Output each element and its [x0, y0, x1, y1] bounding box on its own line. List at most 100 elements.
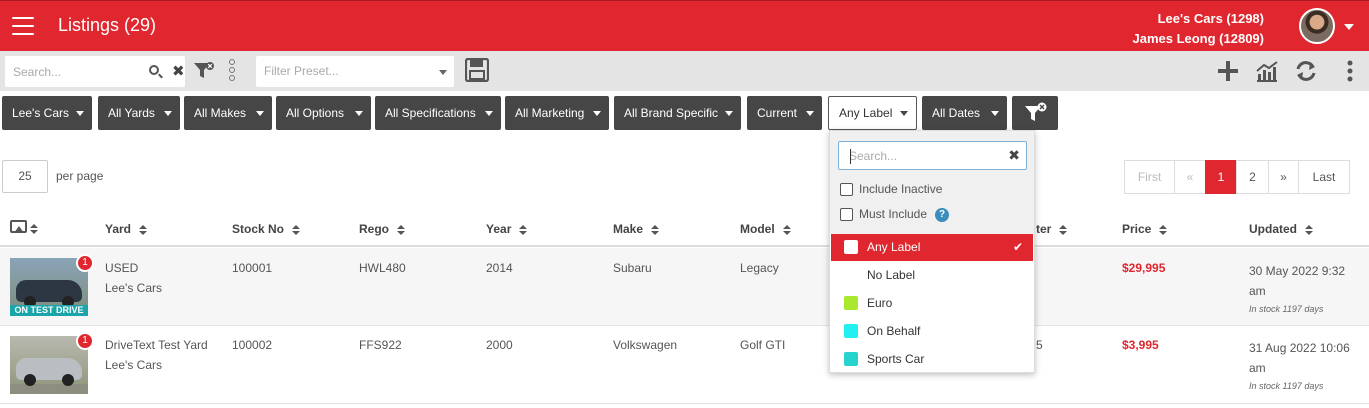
filter-clear-icon[interactable]: [193, 61, 215, 81]
sort-icon: [782, 224, 791, 235]
filter-brand-specific[interactable]: All Brand Specific: [614, 96, 741, 130]
pagination-first[interactable]: First: [1124, 160, 1175, 194]
column-updated[interactable]: Updated: [1249, 222, 1313, 236]
stock-no-cell: 100002: [232, 338, 273, 352]
pagination-last[interactable]: Last: [1298, 160, 1350, 194]
table-row[interactable]: ON TEST DRIVE 1 USED Lee's Cars 100001 H…: [0, 248, 1369, 326]
chevron-down-icon: [439, 70, 447, 75]
account-info[interactable]: Lee's Cars (1298) James Leong (12809): [1132, 9, 1264, 49]
pagination-prev[interactable]: «: [1174, 160, 1206, 194]
column-options-icon[interactable]: [229, 59, 237, 83]
clear-search-icon[interactable]: ✖: [172, 62, 185, 80]
table-header: Yard Stock No Rego Year Make Model ter P…: [0, 214, 1369, 247]
label-color-swatch: [844, 296, 858, 310]
filter-label: All Yards: [108, 106, 155, 120]
image-icon: [10, 220, 27, 233]
notification-badge: 1: [76, 254, 94, 272]
column-year[interactable]: Year: [486, 222, 528, 236]
check-icon: ✔: [1012, 240, 1023, 254]
chevron-down-icon: [806, 111, 814, 116]
clear-filters-button[interactable]: [1012, 96, 1058, 130]
pagination-page-1[interactable]: 1: [1205, 160, 1237, 194]
avatar[interactable]: [1299, 8, 1335, 44]
account-dealer: Lee's Cars (1298): [1157, 11, 1264, 26]
filter-preset-select[interactable]: Filter Preset...: [256, 56, 454, 87]
column-odometer[interactable]: ter: [1036, 222, 1068, 236]
pagination-next[interactable]: »: [1268, 160, 1299, 194]
label-option-text: Euro: [867, 296, 893, 310]
year-cell: 2000: [486, 338, 513, 352]
chevron-down-icon: [485, 111, 493, 116]
filter-label: All Brand Specific: [624, 106, 719, 120]
column-image[interactable]: [0, 214, 60, 244]
filter-status[interactable]: Current: [747, 96, 822, 130]
table-row[interactable]: 1 DriveText Test Yard Lee's Cars 100002 …: [0, 326, 1369, 404]
filter-specifications[interactable]: All Specifications: [375, 96, 501, 130]
clear-search-icon[interactable]: ✖: [1008, 147, 1020, 164]
make-cell: Subaru: [613, 261, 652, 275]
search-icon[interactable]: [149, 65, 159, 75]
chevron-down-icon: [725, 111, 733, 116]
column-rego[interactable]: Rego: [359, 222, 405, 236]
yard-cell: DriveText Test Yard: [105, 338, 208, 352]
filter-dealer[interactable]: Lee's Cars: [2, 96, 92, 130]
column-price[interactable]: Price: [1122, 222, 1168, 236]
sort-icon: [292, 224, 301, 235]
sort-icon: [519, 224, 528, 235]
pagination: First « 1 2 » Last: [1124, 160, 1350, 194]
label-search-input[interactable]: Search... ✖: [838, 141, 1027, 170]
column-label: Model: [740, 222, 775, 236]
must-include-checkbox[interactable]: [840, 208, 853, 222]
column-make[interactable]: Make: [613, 222, 660, 236]
label-option-euro[interactable]: Euro: [831, 290, 1033, 317]
label-option-sports-car[interactable]: Sports Car: [831, 346, 1033, 373]
price-cell: $3,995: [1122, 338, 1159, 352]
must-include-option[interactable]: Must Include?: [840, 207, 950, 222]
column-label: Price: [1122, 222, 1152, 236]
label-option-text: On Behalf: [867, 324, 921, 338]
label-option-text: Any Label: [867, 240, 921, 254]
column-label: Year: [486, 222, 512, 236]
label-option-on-behalf[interactable]: On Behalf: [831, 318, 1033, 345]
filter-makes[interactable]: All Makes: [184, 96, 272, 130]
yard-cell: USED: [105, 261, 139, 275]
include-inactive-checkbox[interactable]: [840, 183, 853, 197]
label-option-text: Sports Car: [867, 352, 925, 366]
filter-options[interactable]: All Options: [276, 96, 371, 130]
filter-label: All Specifications: [385, 106, 476, 120]
column-yard[interactable]: Yard: [105, 222, 148, 236]
column-stock-no[interactable]: Stock No: [232, 222, 301, 236]
column-label: Make: [613, 222, 644, 236]
refresh-icon[interactable]: [1294, 59, 1318, 83]
per-page-input[interactable]: 25: [2, 160, 48, 193]
price-cell: $29,995: [1122, 261, 1166, 275]
filter-dates[interactable]: All Dates: [922, 96, 1007, 130]
chart-icon[interactable]: [1255, 59, 1279, 83]
pagination-page-2[interactable]: 2: [1236, 160, 1269, 194]
sort-icon: [1305, 224, 1313, 235]
label-dropdown-header: Search... ✖ Include Inactive Must Includ…: [830, 131, 1034, 234]
search-input[interactable]: [13, 62, 143, 82]
sort-icon[interactable]: [30, 224, 38, 234]
account-chevron-down-icon[interactable]: [1344, 24, 1354, 30]
stock-days-cell: In stock 1197 days: [1249, 304, 1324, 314]
filter-label: All Marketing: [515, 106, 585, 120]
more-options-icon[interactable]: [1338, 59, 1362, 83]
label-option-text: No Label: [867, 268, 916, 282]
add-icon[interactable]: [1216, 59, 1240, 83]
filter-yards[interactable]: All Yards: [98, 96, 180, 130]
column-model[interactable]: Model: [740, 222, 791, 236]
hamburger-menu-icon[interactable]: [12, 17, 34, 35]
chevron-down-icon: [164, 111, 172, 116]
sort-icon: [397, 224, 405, 235]
chevron-down-icon: [355, 111, 363, 116]
include-inactive-option[interactable]: Include Inactive: [840, 182, 942, 197]
model-cell: Legacy: [740, 261, 779, 275]
filter-marketing[interactable]: All Marketing: [505, 96, 609, 130]
label-option-any[interactable]: Any Label ✔: [831, 234, 1033, 261]
label-option-none[interactable]: No Label: [831, 262, 1033, 289]
help-icon[interactable]: ?: [935, 207, 950, 222]
save-icon[interactable]: [465, 58, 489, 82]
page-title: Listings (29): [58, 15, 157, 35]
filter-label-select[interactable]: Any Label: [828, 96, 917, 130]
